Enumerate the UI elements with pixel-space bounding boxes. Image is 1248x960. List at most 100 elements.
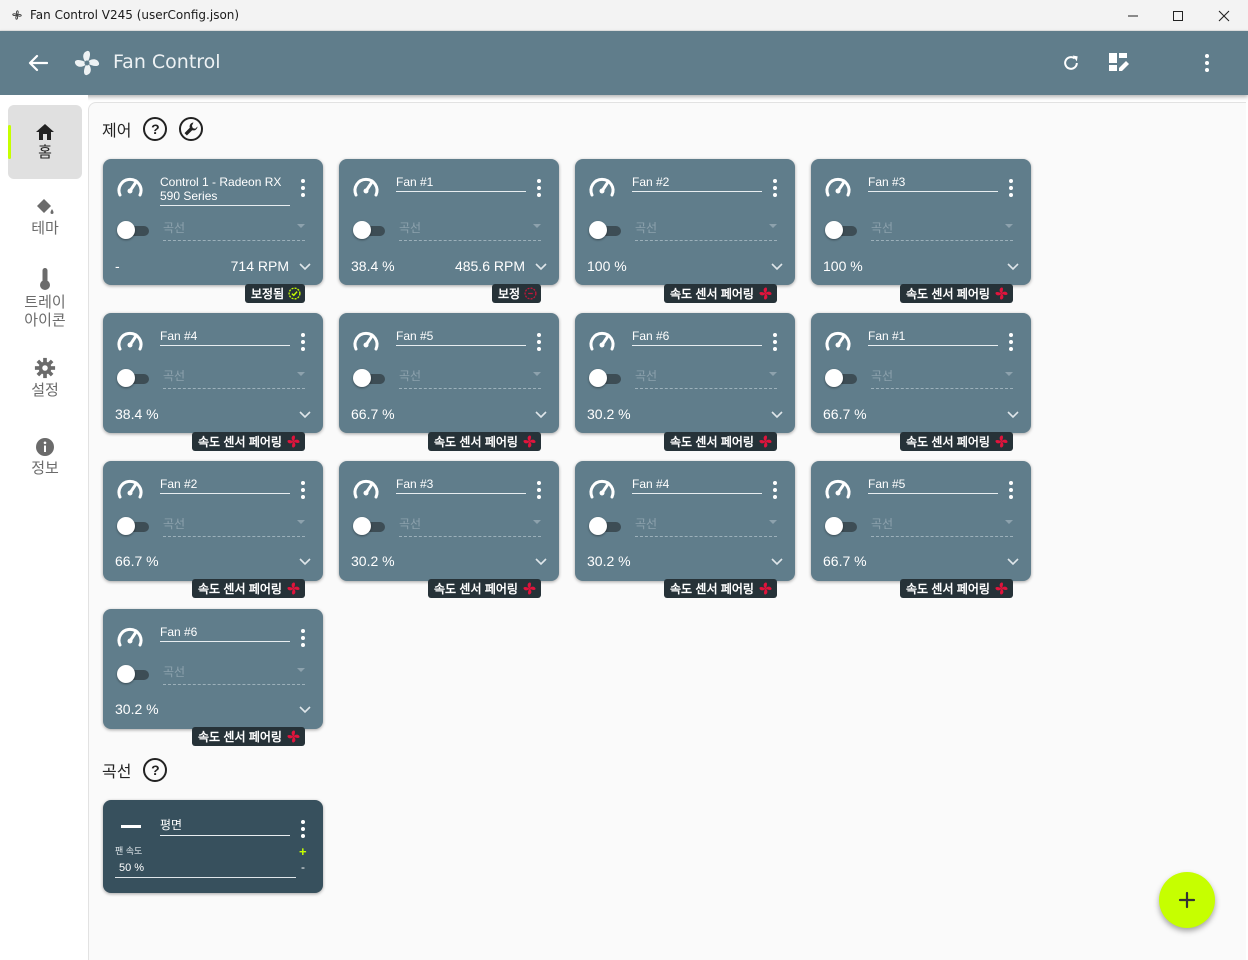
control-card[interactable]: Fan #2 곡선 100 % [575, 159, 795, 285]
speed-sensor-pairing-badge[interactable]: 속도 센서 페어링 [900, 432, 1013, 451]
chevron-down-icon[interactable] [771, 411, 783, 419]
curve-select[interactable]: 곡선 [163, 219, 305, 241]
control-card[interactable]: Fan #3 곡선 30.2 % [339, 461, 559, 581]
control-name-field[interactable]: Fan #1 [868, 329, 998, 346]
increment-button[interactable]: + [299, 844, 307, 859]
control-card-menu-button[interactable] [1007, 481, 1015, 499]
chevron-down-icon[interactable] [299, 558, 311, 566]
control-name-field[interactable]: Fan #3 [396, 477, 526, 494]
control-enable-toggle[interactable] [117, 221, 149, 239]
control-card[interactable]: Fan #5 곡선 66.7 % [339, 313, 559, 433]
sidebar-item-tray-icon[interactable]: 트레이 아이콘 [8, 267, 82, 337]
refresh-button[interactable] [1056, 48, 1086, 78]
curve-select[interactable]: 곡선 [399, 515, 541, 537]
control-name-field[interactable]: Fan #4 [632, 477, 762, 494]
control-card-menu-button[interactable] [535, 333, 543, 351]
speed-sensor-pairing-badge[interactable]: 속도 센서 페어링 [192, 432, 305, 451]
curve-select[interactable]: 곡선 [871, 515, 1013, 537]
control-card[interactable]: Fan #4 곡선 38.4 % [103, 313, 323, 433]
control-enable-toggle[interactable] [117, 369, 149, 387]
curve-select[interactable]: 곡선 [163, 663, 305, 685]
sidebar-item-info[interactable]: 정보 [8, 437, 82, 487]
curve-card-menu-button[interactable] [299, 820, 307, 838]
more-menu-button[interactable] [1192, 48, 1222, 78]
control-card-menu-button[interactable] [299, 333, 307, 351]
minimize-button[interactable] [1110, 0, 1156, 31]
control-enable-toggle[interactable] [353, 221, 385, 239]
chevron-down-icon[interactable] [299, 706, 311, 714]
curve-select[interactable]: 곡선 [163, 367, 305, 389]
chevron-down-icon[interactable] [1007, 558, 1019, 566]
close-window-button[interactable] [1201, 0, 1247, 31]
control-enable-toggle[interactable] [353, 369, 385, 387]
control-card-menu-button[interactable] [299, 629, 307, 647]
controls-help-button[interactable]: ? [143, 117, 168, 141]
maximize-button[interactable] [1155, 0, 1201, 31]
curve-select[interactable]: 곡선 [399, 367, 541, 389]
control-card-menu-button[interactable] [771, 481, 779, 499]
control-card-menu-button[interactable] [1007, 179, 1015, 197]
control-card[interactable]: Fan #2 곡선 66.7 % [103, 461, 323, 581]
decrement-button[interactable]: - [301, 860, 305, 874]
control-name-field[interactable]: Fan #2 [160, 477, 290, 494]
control-card-menu-button[interactable] [299, 481, 307, 499]
chevron-down-icon[interactable] [535, 411, 547, 419]
control-enable-toggle[interactable] [117, 517, 149, 535]
chevron-down-icon[interactable] [1007, 263, 1019, 271]
chevron-down-icon[interactable] [771, 558, 783, 566]
chevron-down-icon[interactable] [535, 558, 547, 566]
controls-tools-button[interactable] [179, 117, 204, 141]
chevron-down-icon[interactable] [299, 263, 311, 271]
curve-card-flat[interactable]: 평면 팬 속도 + 50 % - [103, 800, 323, 893]
calibrate-badge[interactable]: 보정 [492, 284, 542, 303]
control-name-field[interactable]: Fan #1 [396, 175, 526, 192]
chevron-down-icon[interactable] [1007, 411, 1019, 419]
speed-sensor-pairing-badge[interactable]: 속도 센서 페어링 [900, 284, 1013, 303]
back-button[interactable] [24, 51, 52, 75]
speed-sensor-pairing-badge[interactable]: 속도 센서 페어링 [664, 432, 777, 451]
curve-select[interactable]: 곡선 [399, 219, 541, 241]
chevron-down-icon[interactable] [771, 263, 783, 271]
control-name-field[interactable]: Fan #6 [632, 329, 762, 346]
control-card-menu-button[interactable] [299, 179, 307, 197]
curve-select[interactable]: 곡선 [871, 219, 1013, 241]
control-card[interactable]: Control 1 - Radeon RX 590 Series 곡선 - 714 R… [103, 159, 323, 285]
sidebar-item-theme[interactable]: 테마 [8, 197, 82, 247]
control-enable-toggle[interactable] [825, 369, 857, 387]
speed-sensor-pairing-badge[interactable]: 속도 센서 페어링 [192, 727, 305, 746]
control-name-field[interactable]: Fan #6 [160, 625, 290, 642]
curve-select[interactable]: 곡선 [635, 219, 777, 241]
curve-select[interactable]: 곡선 [871, 367, 1013, 389]
control-card[interactable]: Fan #1 곡선 66.7 % [811, 313, 1031, 433]
control-card[interactable]: Fan #6 곡선 30.2 % [575, 313, 795, 433]
speed-sensor-pairing-badge[interactable]: 속도 센서 페어링 [900, 579, 1013, 598]
speed-sensor-pairing-badge[interactable]: 속도 센서 페어링 [192, 579, 305, 598]
speed-sensor-pairing-badge[interactable]: 속도 센서 페어링 [428, 432, 541, 451]
chevron-down-icon[interactable] [535, 263, 547, 271]
control-card[interactable]: Fan #1 곡선 38.4 % 485.6 RPM [339, 159, 559, 285]
control-enable-toggle[interactable] [117, 665, 149, 683]
speed-sensor-pairing-badge[interactable]: 속도 센서 페어링 [664, 579, 777, 598]
sidebar-item-settings[interactable]: 설정 [8, 357, 82, 407]
control-card[interactable]: Fan #5 곡선 66.7 % [811, 461, 1031, 581]
control-enable-toggle[interactable] [353, 517, 385, 535]
calibrated-badge[interactable]: 보정됨 [245, 284, 306, 303]
sidebar-item-home[interactable]: 홈 [8, 105, 82, 179]
control-name-field[interactable]: Fan #5 [396, 329, 526, 346]
control-name-field[interactable]: Fan #3 [868, 175, 998, 192]
control-card-menu-button[interactable] [1007, 333, 1015, 351]
control-card-menu-button[interactable] [771, 179, 779, 197]
control-card-menu-button[interactable] [535, 179, 543, 197]
speed-sensor-pairing-badge[interactable]: 속도 센서 페어링 [664, 284, 777, 303]
control-enable-toggle[interactable] [589, 369, 621, 387]
curve-select[interactable]: 곡선 [635, 367, 777, 389]
control-enable-toggle[interactable] [825, 517, 857, 535]
control-card[interactable]: Fan #4 곡선 30.2 % [575, 461, 795, 581]
curve-select[interactable]: 곡선 [635, 515, 777, 537]
add-button[interactable] [1159, 872, 1215, 928]
control-card-menu-button[interactable] [535, 481, 543, 499]
control-name-field[interactable]: Fan #5 [868, 477, 998, 494]
curves-help-button[interactable]: ? [143, 758, 168, 782]
control-card-menu-button[interactable] [771, 333, 779, 351]
control-name-field[interactable]: Fan #4 [160, 329, 290, 346]
